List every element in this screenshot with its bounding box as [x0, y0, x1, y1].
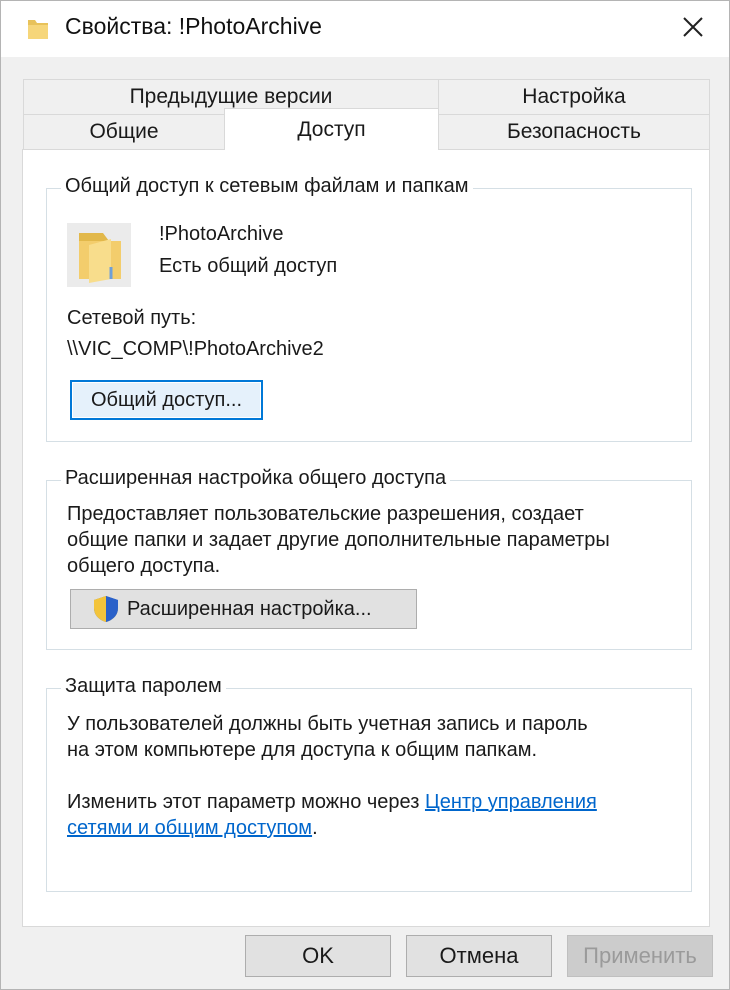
- advanced-sharing-desc-line1: Предоставляет пользовательские разрешени…: [67, 503, 584, 525]
- close-icon: [682, 16, 704, 43]
- cancel-button[interactable]: Отмена: [406, 935, 552, 977]
- window-title: Свойства: !PhotoArchive: [65, 13, 322, 39]
- advanced-sharing-desc-line3: общего доступа.: [67, 555, 221, 577]
- folder-icon: [27, 16, 49, 40]
- folder-name: !PhotoArchive: [159, 223, 284, 245]
- password-protection-legend: Защита паролем: [61, 675, 226, 698]
- network-sharing-group: Общий доступ к сетевым файлам и папкам !…: [46, 175, 692, 442]
- tab-sharing[interactable]: Доступ: [224, 108, 439, 150]
- properties-dialog: Свойства: !PhotoArchive Предыдущие верси…: [0, 0, 730, 990]
- network-center-link-part1[interactable]: Центр управления: [425, 791, 597, 813]
- password-desc-line2: на этом компьютере для доступа к общим п…: [67, 739, 538, 761]
- sharing-tab-panel: Общий доступ к сетевым файлам и папкам !…: [22, 149, 710, 927]
- advanced-sharing-legend: Расширенная настройка общего доступа: [61, 467, 451, 490]
- password-protection-group: Защита паролем У пользователей должны бы…: [46, 675, 692, 892]
- change-setting-text: Изменить этот параметр можно через Центр…: [67, 791, 597, 814]
- network-path-value: \\VIC_COMP\!PhotoArchive2: [67, 338, 324, 360]
- advanced-sharing-button[interactable]: Расширенная настройка...: [70, 589, 417, 629]
- close-button[interactable]: [657, 1, 729, 57]
- uac-shield-icon: [91, 594, 121, 624]
- title-bar: Свойства: !PhotoArchive: [1, 1, 729, 57]
- network-path-label: Сетевой путь:: [67, 307, 197, 329]
- tab-general[interactable]: Общие: [23, 114, 225, 150]
- sharing-status: Есть общий доступ: [159, 255, 338, 277]
- tab-security[interactable]: Безопасность: [438, 114, 710, 150]
- advanced-sharing-button-label: Расширенная настройка...: [127, 597, 372, 620]
- tab-customize[interactable]: Настройка: [438, 79, 710, 115]
- network-sharing-legend: Общий доступ к сетевым файлам и папкам: [61, 175, 473, 198]
- ok-button[interactable]: OK: [245, 935, 391, 977]
- change-setting-prefix: Изменить этот параметр можно через: [67, 791, 420, 813]
- advanced-sharing-group: Расширенная настройка общего доступа Пре…: [46, 467, 692, 650]
- network-center-link-part2[interactable]: сетями и общим доступом: [67, 817, 312, 839]
- share-button[interactable]: Общий доступ...: [70, 380, 263, 420]
- shared-folder-icon: [67, 223, 131, 287]
- advanced-sharing-desc-line2: общие папки и задает другие дополнительн…: [67, 529, 610, 551]
- apply-button[interactable]: Применить: [567, 935, 713, 977]
- change-setting-text-line2: сетями и общим доступом.: [67, 817, 318, 840]
- password-desc-line1: У пользователей должны быть учетная запи…: [67, 713, 588, 735]
- link-suffix: .: [312, 817, 318, 839]
